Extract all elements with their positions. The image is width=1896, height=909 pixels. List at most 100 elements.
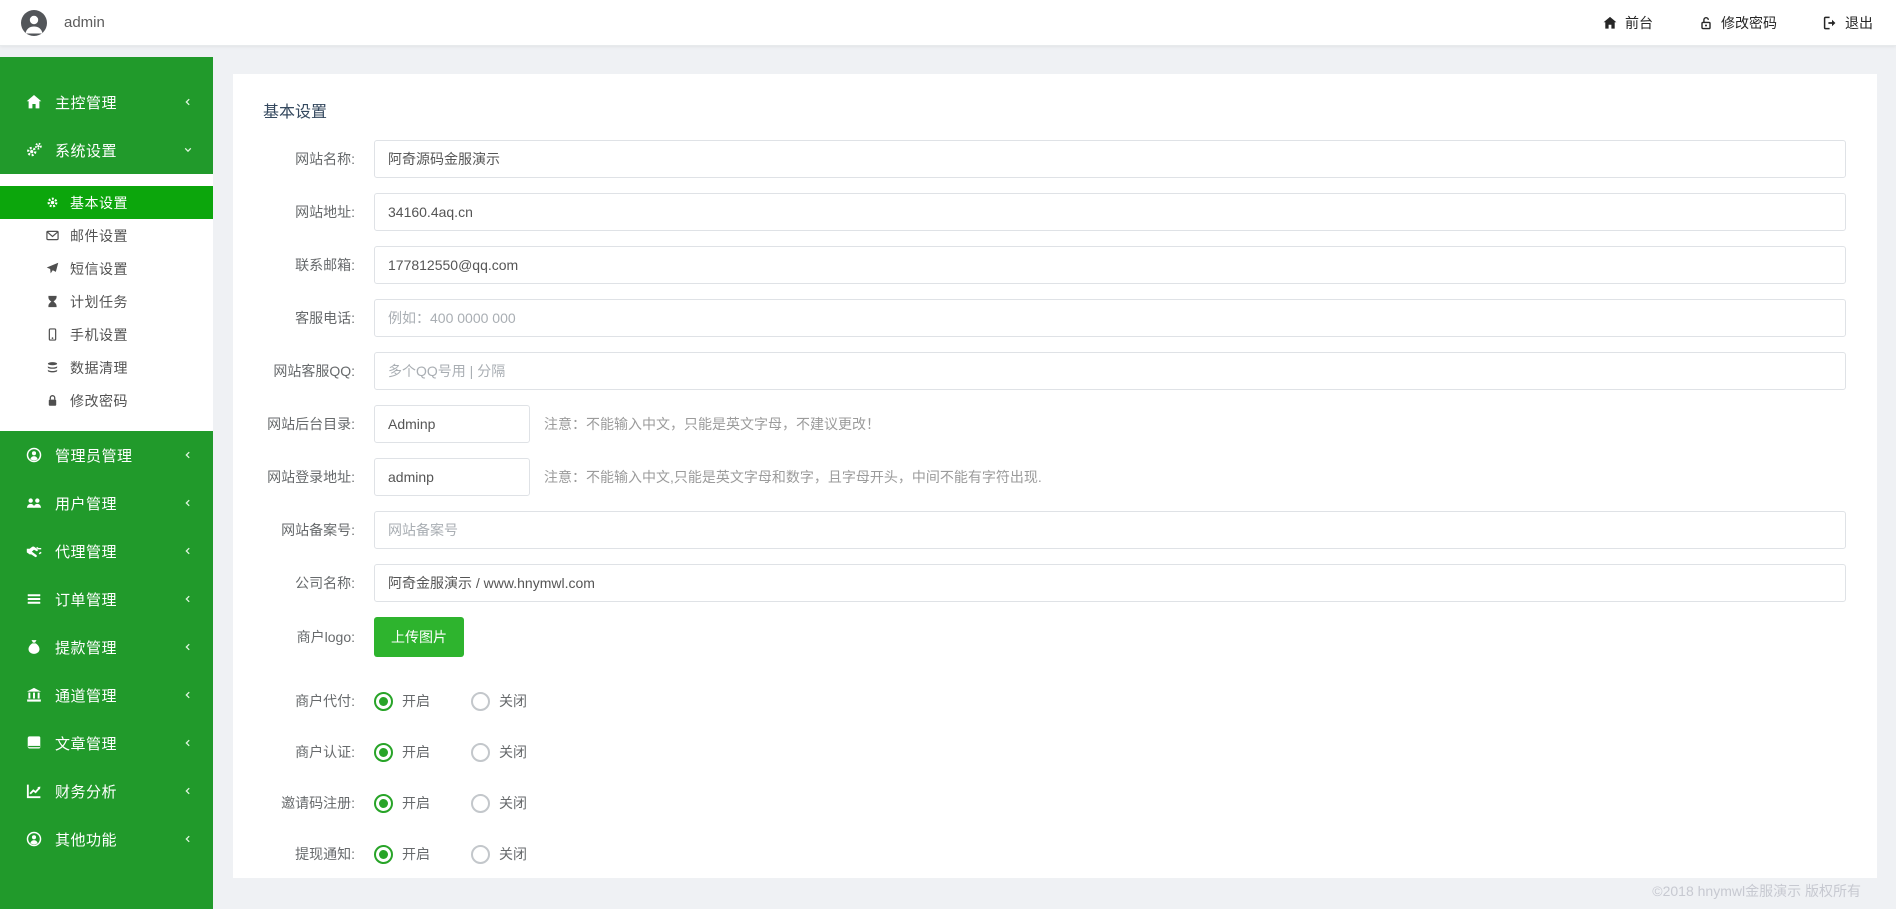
hourglass-icon [46, 295, 59, 308]
home-icon [26, 94, 42, 110]
signout-icon [1823, 16, 1837, 30]
logged-in-username: admin [64, 0, 105, 45]
upload-image-button[interactable]: 上传图片 [374, 617, 464, 657]
submenu-item-mobile-4[interactable]: 手机设置 [0, 318, 213, 351]
withdraw-notify-on-radio[interactable] [374, 845, 393, 864]
sidebar-item-chart-line-9[interactable]: 财务分析 [0, 767, 213, 815]
top-nav-label: 退出 [1845, 13, 1873, 33]
submenu-item-label: 手机设置 [70, 325, 128, 345]
contact-email-input[interactable] [374, 246, 1846, 284]
withdraw-notify-off-radio[interactable] [471, 845, 490, 864]
admin-dir-row: 网站后台目录: 注意：不能输入中文，只能是英文字母，不建议更改！ [233, 405, 1877, 443]
site-url-row: 网站地址: [233, 193, 1877, 231]
merchant-logo-row: 商户logo: 上传图片 [233, 617, 1877, 657]
sidebar-item-user-circle-2[interactable]: 管理员管理 [0, 431, 213, 479]
invite-code-register-off-radio[interactable] [471, 794, 490, 813]
withdraw-notify-off-option[interactable]: 关闭 [471, 844, 527, 864]
top-nav-home[interactable]: 前台 [1603, 13, 1653, 33]
icp-number-label: 网站备案号: [233, 520, 355, 540]
merchant-auth-on-radio[interactable] [374, 743, 393, 762]
icp-number-row: 网站备案号: [233, 511, 1877, 549]
merchant-auth-off-radio[interactable] [471, 743, 490, 762]
sidebar-item-money-bag-6[interactable]: 提款管理 [0, 623, 213, 671]
top-nav-signout[interactable]: 退出 [1823, 13, 1873, 33]
submenu-item-label: 邮件设置 [70, 226, 128, 246]
sidebar-item-label: 代理管理 [55, 541, 117, 562]
sidebar-item-users-3[interactable]: 用户管理 [0, 479, 213, 527]
icp-number-input[interactable] [374, 511, 1846, 549]
top-nav: 前台 修改密码 退出 [1603, 0, 1873, 45]
top-header: admin 前台 修改密码 退出 [0, 0, 1896, 46]
sidebar-item-handshake-4[interactable]: 代理管理 [0, 527, 213, 575]
main-area: 基本设置 网站名称:网站地址:联系邮箱:客服电话:网站客服QQ:网站后台目录:注… [213, 45, 1896, 909]
sidebar-item-bank-7[interactable]: 通道管理 [0, 671, 213, 719]
submenu-item-label: 修改密码 [70, 391, 128, 411]
merchant-payout-on-option[interactable]: 开启 [374, 691, 430, 711]
radio-option-label: 关闭 [499, 742, 527, 762]
radio-option-label: 关闭 [499, 691, 527, 711]
company-name-row: 公司名称: [233, 564, 1877, 602]
sidebar-item-list-5[interactable]: 订单管理 [0, 575, 213, 623]
merchant-payout-off-option[interactable]: 关闭 [471, 691, 527, 711]
invite-code-register-on-option[interactable]: 开启 [374, 793, 430, 813]
chevron-left-icon [183, 642, 193, 652]
service-qq-label: 网站客服QQ: [233, 361, 355, 381]
chevron-left-icon [183, 834, 193, 844]
submenu-item-label: 基本设置 [70, 193, 128, 213]
merchant-payout-row: 商户代付:开启关闭 [233, 691, 1877, 711]
submenu-item-lock-6[interactable]: 修改密码 [0, 384, 213, 417]
admin-dir-note: 注意：不能输入中文，只能是英文字母，不建议更改！ [544, 414, 880, 434]
merchant-logo-label: 商户logo: [233, 627, 355, 647]
withdraw-notify-label: 提现通知: [233, 844, 355, 864]
login-path-label: 网站登录地址: [233, 467, 355, 487]
invite-code-register-label: 邀请码注册: [233, 793, 355, 813]
lock-icon [46, 394, 59, 407]
radio-option-label: 关闭 [499, 844, 527, 864]
sidebar-item-label: 提款管理 [55, 637, 117, 658]
login-path-row: 网站登录地址:注意：不能输入中文,只能是英文字母和数字，且字母开头，中间不能有字… [233, 458, 1877, 496]
top-nav-unlock[interactable]: 修改密码 [1699, 13, 1777, 33]
sidebar-item-book-8[interactable]: 文章管理 [0, 719, 213, 767]
service-phone-input[interactable] [374, 299, 1846, 337]
bank-icon [26, 687, 42, 703]
sidebar-item-gears-1[interactable]: 系统设置 [0, 126, 213, 174]
invite-code-register-off-option[interactable]: 关闭 [471, 793, 527, 813]
merchant-auth-on-option[interactable]: 开启 [374, 742, 430, 762]
company-name-input[interactable] [374, 564, 1846, 602]
merchant-auth-label: 商户认证: [233, 742, 355, 762]
radio-option-label: 开启 [402, 844, 430, 864]
radio-option-label: 开启 [402, 793, 430, 813]
submenu-item-envelope-1[interactable]: 邮件设置 [0, 219, 213, 252]
settings-card: 基本设置 网站名称:网站地址:联系邮箱:客服电话:网站客服QQ:网站后台目录:注… [233, 74, 1877, 878]
contact-email-label: 联系邮箱: [233, 255, 355, 275]
company-name-label: 公司名称: [233, 573, 355, 593]
withdraw-notify-on-option[interactable]: 开启 [374, 844, 430, 864]
chevron-left-icon [183, 97, 193, 107]
merchant-auth-off-option[interactable]: 关闭 [471, 742, 527, 762]
admin-dir-input[interactable] [374, 405, 530, 443]
sidebar-item-user-circle-10[interactable]: 其他功能 [0, 815, 213, 863]
site-name-input[interactable] [374, 140, 1846, 178]
site-name-row: 网站名称: [233, 140, 1877, 178]
service-qq-input[interactable] [374, 352, 1846, 390]
sidebar-item-label: 用户管理 [55, 493, 117, 514]
sidebar-item-label: 文章管理 [55, 733, 117, 754]
sidebar-item-home-0[interactable]: 主控管理 [0, 78, 213, 126]
merchant-payout-off-radio[interactable] [471, 692, 490, 711]
service-phone-row: 客服电话: [233, 299, 1877, 337]
submenu-item-paper-plane-2[interactable]: 短信设置 [0, 252, 213, 285]
merchant-payout-on-radio[interactable] [374, 692, 393, 711]
gear-icon [46, 196, 59, 209]
radio-option-label: 开启 [402, 742, 430, 762]
invite-code-register-on-radio[interactable] [374, 794, 393, 813]
copyright: ©2018 hnymwl金服演示 版权所有 [1652, 881, 1861, 901]
submenu-item-database-5[interactable]: 数据清理 [0, 351, 213, 384]
submenu-item-gear-0[interactable]: 基本设置 [0, 186, 213, 219]
login-path-input[interactable] [374, 458, 530, 496]
database-icon [46, 361, 59, 374]
sidebar-item-label: 主控管理 [55, 92, 117, 113]
mobile-icon [46, 328, 59, 341]
submenu-item-hourglass-3[interactable]: 计划任务 [0, 285, 213, 318]
site-url-input[interactable] [374, 193, 1846, 231]
admin-dir-label: 网站后台目录: [233, 414, 355, 434]
